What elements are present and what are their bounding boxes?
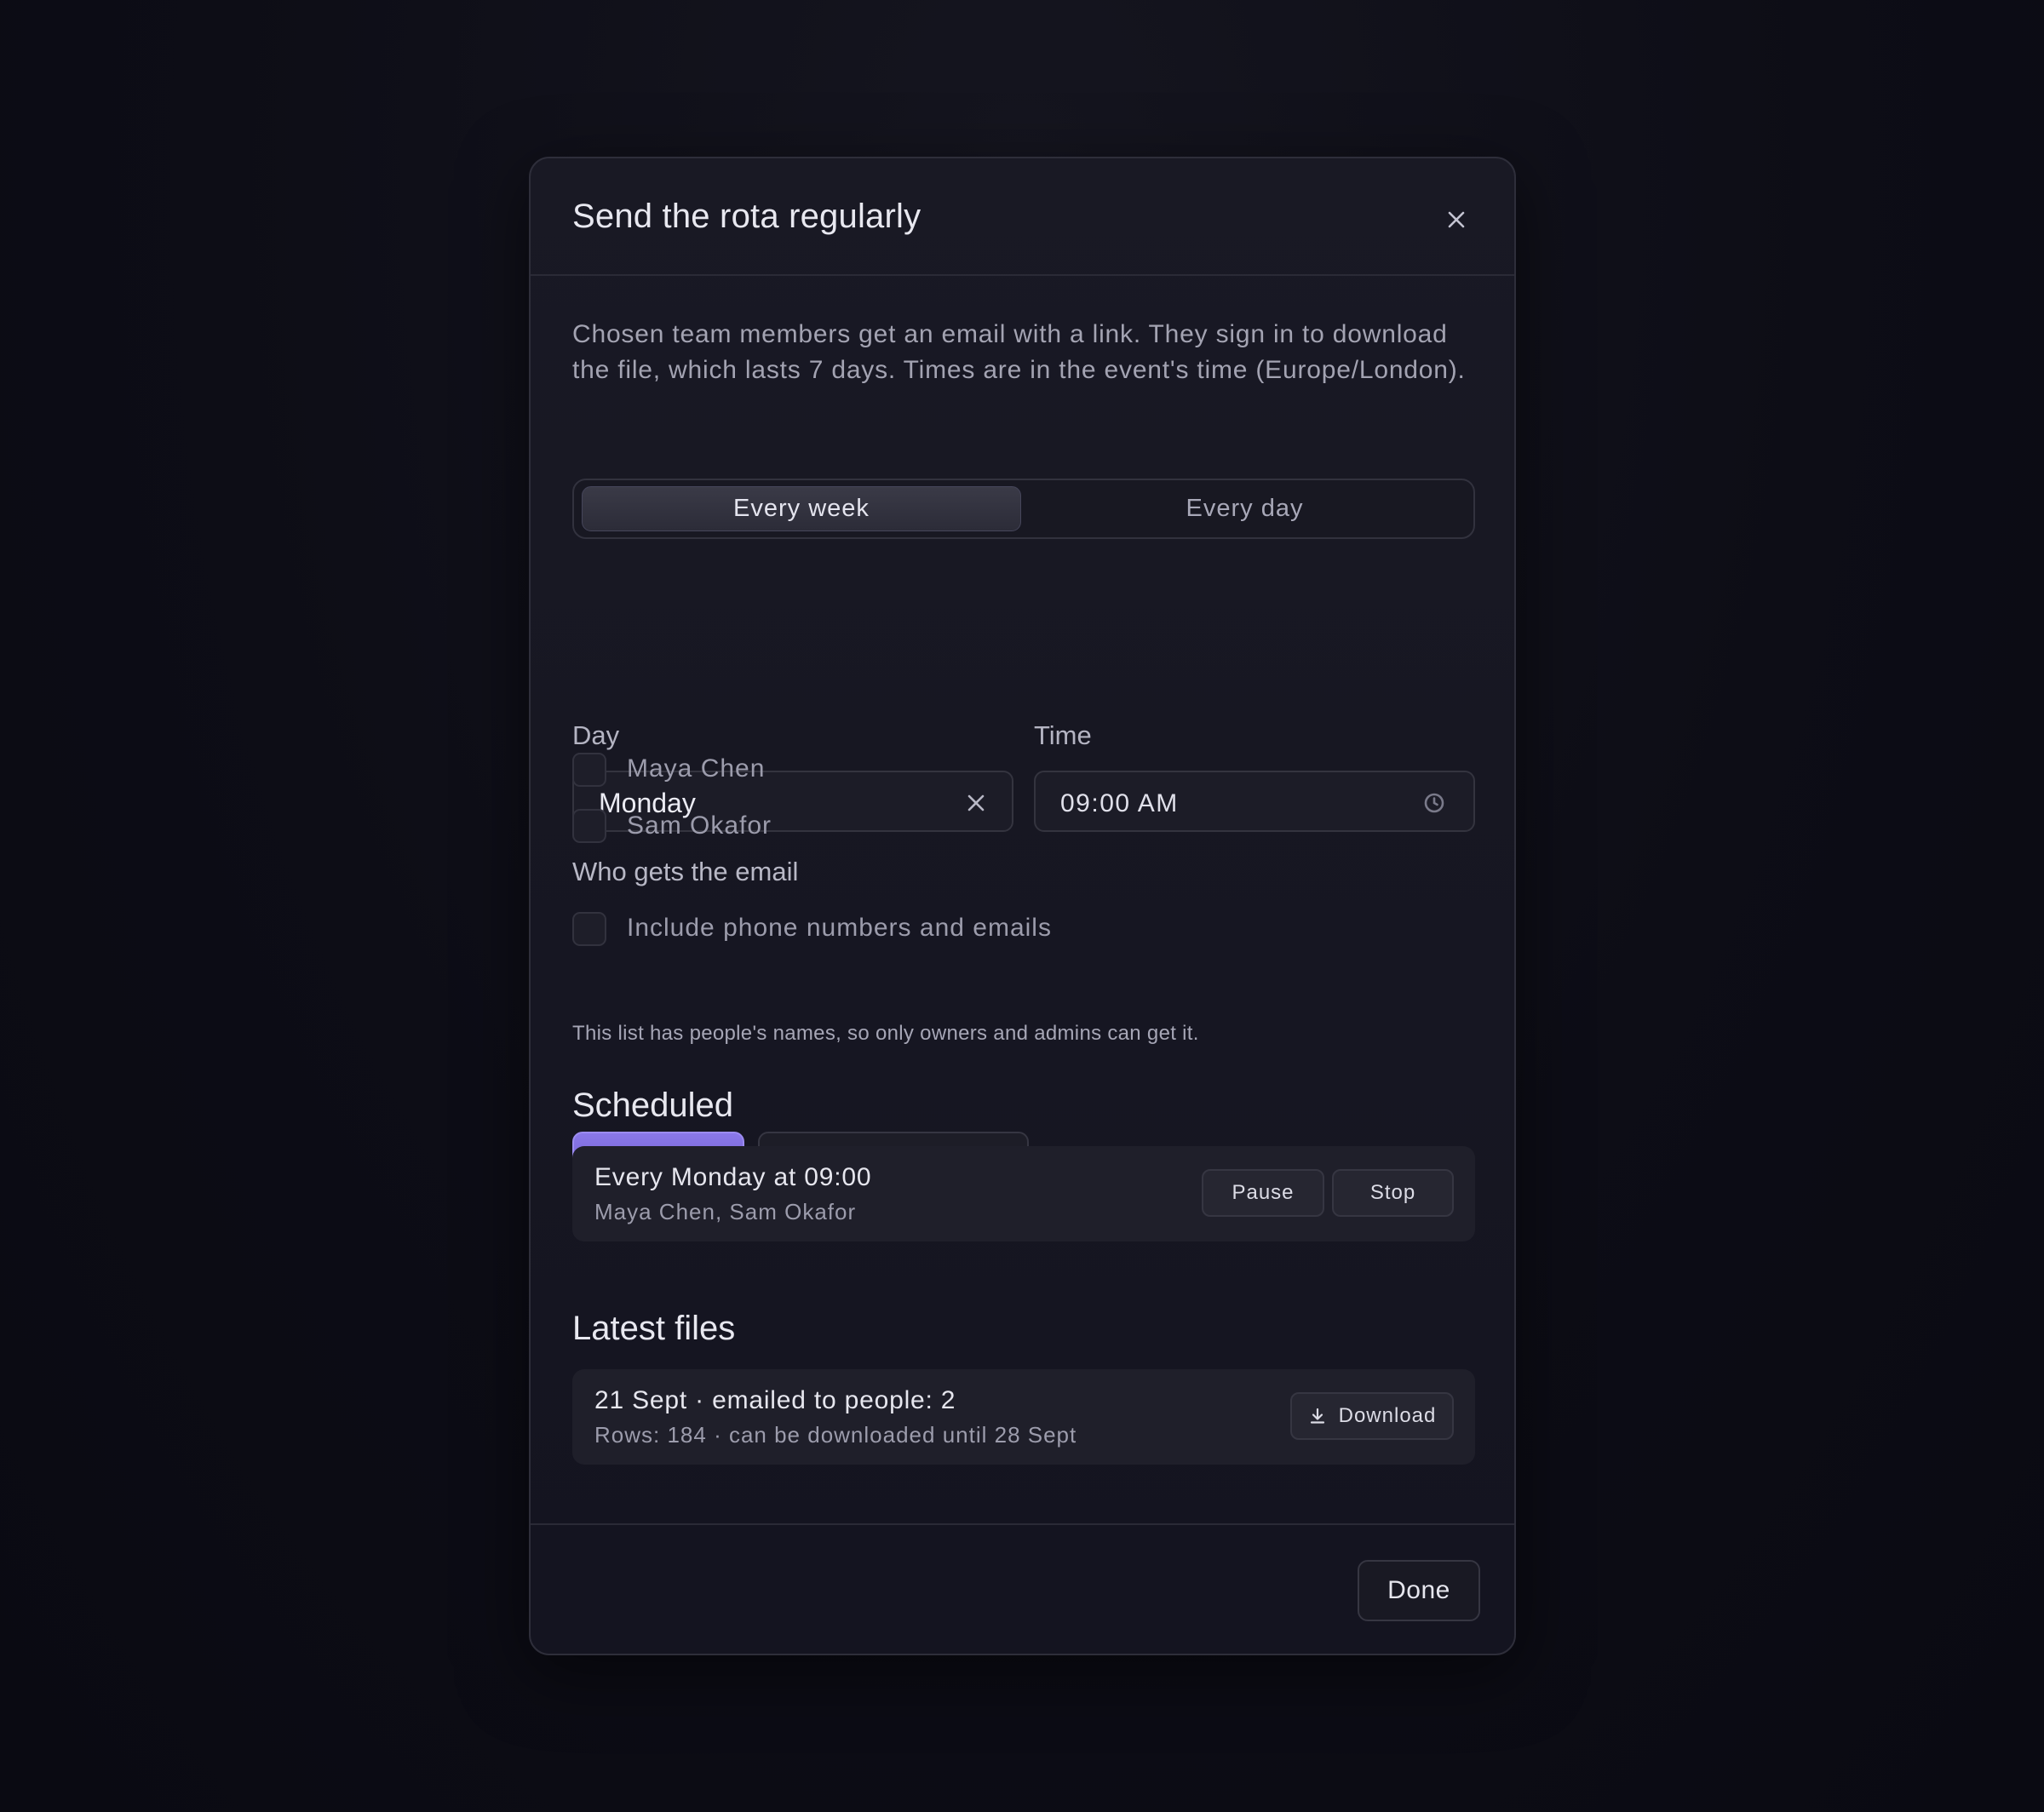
scheduled-item-title: Every Monday at 09:00 xyxy=(594,1163,872,1191)
recipient-checkbox-maya-chen[interactable] xyxy=(572,753,606,787)
time-input[interactable]: 09:00 AM xyxy=(1034,771,1475,832)
day-label: Day xyxy=(572,720,620,750)
scheduled-heading: Scheduled xyxy=(572,1087,734,1124)
recipient-checkbox-sam-okafor[interactable] xyxy=(572,809,606,843)
close-icon xyxy=(1448,211,1465,228)
dialog-header: Send the rota regularly xyxy=(531,158,1514,276)
dialog-description: Chosen team members get an email with a … xyxy=(572,320,1466,384)
file-item-title: 21 Sept · emailed to people: 2 xyxy=(594,1386,956,1414)
recipient-label-maya-chen: Maya Chen xyxy=(627,754,766,783)
include-contacts-checkbox[interactable] xyxy=(572,912,606,946)
pause-button[interactable]: Pause xyxy=(1202,1169,1324,1217)
footer-divider xyxy=(531,1523,1514,1525)
done-button[interactable]: Done xyxy=(1358,1560,1480,1621)
scheduled-item: Every Monday at 09:00 Maya Chen, Sam Oka… xyxy=(572,1146,1475,1241)
recipients-label: Who gets the email xyxy=(572,857,799,886)
download-button[interactable]: Download xyxy=(1290,1392,1454,1440)
dialog-title: Send the rota regularly xyxy=(572,198,922,235)
clock-icon[interactable] xyxy=(1422,791,1446,815)
file-item-detail: Rows: 184 · can be downloaded until 28 S… xyxy=(594,1422,1077,1448)
clear-icon[interactable] xyxy=(964,791,988,815)
include-contacts-label: Include phone numbers and emails xyxy=(627,914,1052,942)
file-item: 21 Sept · emailed to people: 2 Rows: 184… xyxy=(572,1369,1475,1465)
download-label: Download xyxy=(1338,1404,1437,1427)
stop-button[interactable]: Stop xyxy=(1332,1169,1454,1217)
frequency-option-every-day[interactable]: Every day xyxy=(1021,486,1468,531)
download-icon xyxy=(1310,1408,1324,1424)
latest-files-heading: Latest files xyxy=(572,1310,736,1347)
frequency-toggle: Every week Every day xyxy=(572,479,1475,539)
recipient-label-sam-okafor: Sam Okafor xyxy=(627,811,772,840)
schedule-dialog: Send the rota regularly Chosen team memb… xyxy=(529,157,1516,1655)
close-button[interactable] xyxy=(1439,203,1473,237)
time-label: Time xyxy=(1034,720,1092,750)
time-value: 09:00 AM xyxy=(1060,789,1179,817)
frequency-option-every-week[interactable]: Every week xyxy=(582,486,1021,531)
scheduled-item-recipients: Maya Chen, Sam Okafor xyxy=(594,1199,857,1224)
privacy-note: This list has people's names, so only ow… xyxy=(572,1022,1199,1045)
